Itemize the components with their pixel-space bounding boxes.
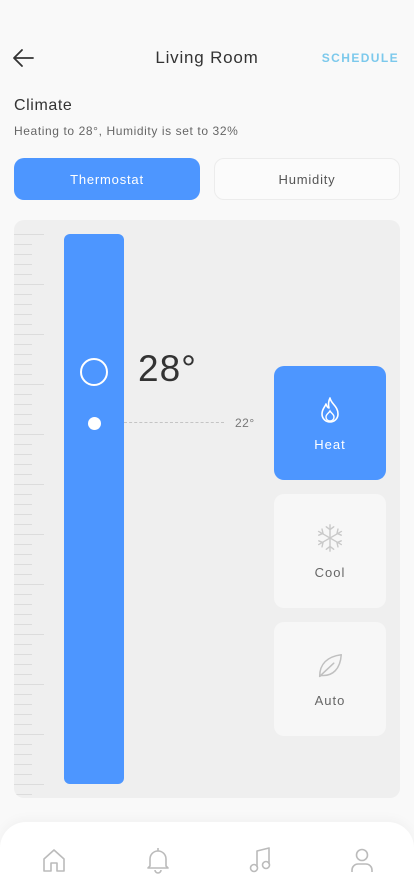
tab-humidity[interactable]: Humidity bbox=[214, 158, 400, 200]
section-title: Climate bbox=[14, 97, 73, 114]
mode-heat-label: Heat bbox=[314, 436, 346, 452]
bell-icon bbox=[147, 848, 169, 874]
music-icon bbox=[249, 847, 271, 873]
ruler-tick bbox=[14, 494, 32, 495]
ruler-tick bbox=[14, 234, 44, 235]
nav-home[interactable] bbox=[39, 846, 69, 874]
ruler-tick bbox=[14, 324, 32, 325]
ruler-tick bbox=[14, 244, 32, 245]
ruler-tick bbox=[14, 254, 32, 255]
mode-cool-button[interactable]: Cool bbox=[274, 494, 386, 608]
nav-profile[interactable] bbox=[347, 846, 377, 874]
ruler-tick bbox=[14, 384, 44, 385]
ruler-tick bbox=[14, 614, 32, 615]
current-temperature: 22° bbox=[235, 416, 255, 430]
temperature-ruler bbox=[14, 220, 46, 798]
mode-auto-button[interactable]: Auto bbox=[274, 622, 386, 736]
ruler-tick bbox=[14, 654, 32, 655]
section-subtitle: Heating to 28°, Humidity is set to 32% bbox=[14, 124, 239, 138]
mode-heat-button[interactable]: Heat bbox=[274, 366, 386, 480]
ruler-tick bbox=[14, 604, 32, 605]
ruler-tick bbox=[14, 464, 32, 465]
ruler-tick bbox=[14, 734, 44, 735]
ruler-tick bbox=[14, 524, 32, 525]
current-temp-marker bbox=[88, 417, 101, 430]
ruler-tick bbox=[14, 764, 32, 765]
ruler-tick bbox=[14, 444, 32, 445]
ruler-tick bbox=[14, 264, 32, 265]
flame-icon bbox=[315, 395, 345, 425]
ruler-tick bbox=[14, 694, 32, 695]
ruler-tick bbox=[14, 684, 44, 685]
ruler-tick bbox=[14, 544, 32, 545]
ruler-tick bbox=[14, 574, 32, 575]
mode-cool-label: Cool bbox=[314, 564, 346, 580]
ruler-tick bbox=[14, 564, 32, 565]
ruler-tick bbox=[14, 624, 32, 625]
ruler-tick bbox=[14, 744, 32, 745]
ruler-tick bbox=[14, 534, 44, 535]
ruler-tick bbox=[14, 704, 32, 705]
ruler-tick bbox=[14, 404, 32, 405]
ruler-tick bbox=[14, 674, 32, 675]
ruler-tick bbox=[14, 294, 32, 295]
current-temp-line bbox=[124, 422, 224, 423]
ruler-tick bbox=[14, 584, 44, 585]
leaf-icon bbox=[315, 651, 345, 681]
ruler-tick bbox=[14, 554, 32, 555]
mode-auto-label: Auto bbox=[314, 692, 346, 708]
ruler-tick bbox=[14, 344, 32, 345]
ruler-tick bbox=[14, 304, 32, 305]
ruler-tick bbox=[14, 514, 32, 515]
ruler-tick bbox=[14, 594, 32, 595]
target-temperature: 28° bbox=[138, 348, 197, 389]
ruler-tick bbox=[14, 754, 32, 755]
schedule-link[interactable]: SCHEDULE bbox=[322, 51, 399, 65]
ruler-tick bbox=[14, 714, 32, 715]
user-icon bbox=[351, 848, 373, 872]
snowflake-icon bbox=[315, 523, 345, 553]
ruler-tick bbox=[14, 794, 32, 795]
ruler-tick bbox=[14, 644, 32, 645]
ruler-tick bbox=[14, 394, 32, 395]
nav-notifications[interactable] bbox=[143, 846, 173, 874]
ruler-tick bbox=[14, 634, 44, 635]
ruler-tick bbox=[14, 334, 44, 335]
ruler-tick bbox=[14, 774, 32, 775]
ruler-tick bbox=[14, 414, 32, 415]
ruler-tick bbox=[14, 454, 32, 455]
nav-music[interactable] bbox=[245, 846, 275, 874]
ruler-tick bbox=[14, 504, 32, 505]
temperature-slider[interactable] bbox=[64, 234, 124, 784]
ruler-tick bbox=[14, 784, 44, 785]
ruler-tick bbox=[14, 484, 44, 485]
home-icon bbox=[43, 849, 65, 872]
ruler-tick bbox=[14, 274, 32, 275]
bottom-nav bbox=[0, 822, 414, 896]
target-temp-handle[interactable] bbox=[80, 358, 108, 386]
ruler-tick bbox=[14, 374, 32, 375]
tab-thermostat[interactable]: Thermostat bbox=[14, 158, 200, 200]
ruler-tick bbox=[14, 724, 32, 725]
ruler-tick bbox=[14, 354, 32, 355]
ruler-tick bbox=[14, 314, 32, 315]
ruler-tick bbox=[14, 284, 44, 285]
ruler-tick bbox=[14, 424, 32, 425]
header: Living Room SCHEDULE bbox=[0, 38, 414, 78]
ruler-tick bbox=[14, 364, 32, 365]
ruler-tick bbox=[14, 474, 32, 475]
ruler-tick bbox=[14, 434, 44, 435]
ruler-tick bbox=[14, 664, 32, 665]
thermostat-panel: 28° 22° Heat Cool Auto bbox=[14, 220, 400, 798]
